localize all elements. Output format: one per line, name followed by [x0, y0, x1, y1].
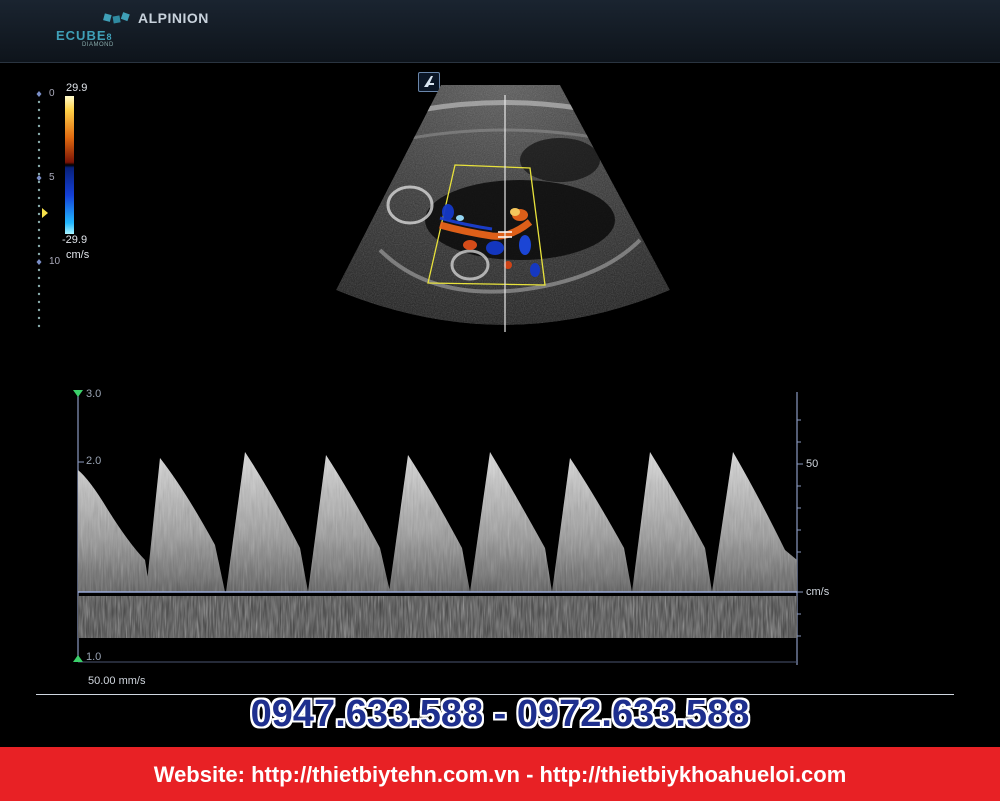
- velocity-scale-unit: cm/s: [806, 586, 830, 598]
- doppler-scale-bottom: 1.0: [86, 651, 102, 663]
- doppler-scale-mid: 2.0: [86, 455, 102, 467]
- spectral-doppler-trace: [73, 390, 803, 665]
- velocity-scale-value: 50: [806, 458, 819, 470]
- scale-top-marker-icon: [73, 390, 83, 397]
- scale-bottom-marker-icon: [73, 655, 83, 662]
- phone-numbers: 0947.633.588 - 0972.633.588: [250, 693, 750, 735]
- website-links[interactable]: Website: http://thietbiytehn.com.vn - ht…: [0, 762, 1000, 788]
- sweep-speed: 50.00 mm/s: [88, 675, 146, 687]
- doppler-scale-top: 3.0: [86, 388, 102, 400]
